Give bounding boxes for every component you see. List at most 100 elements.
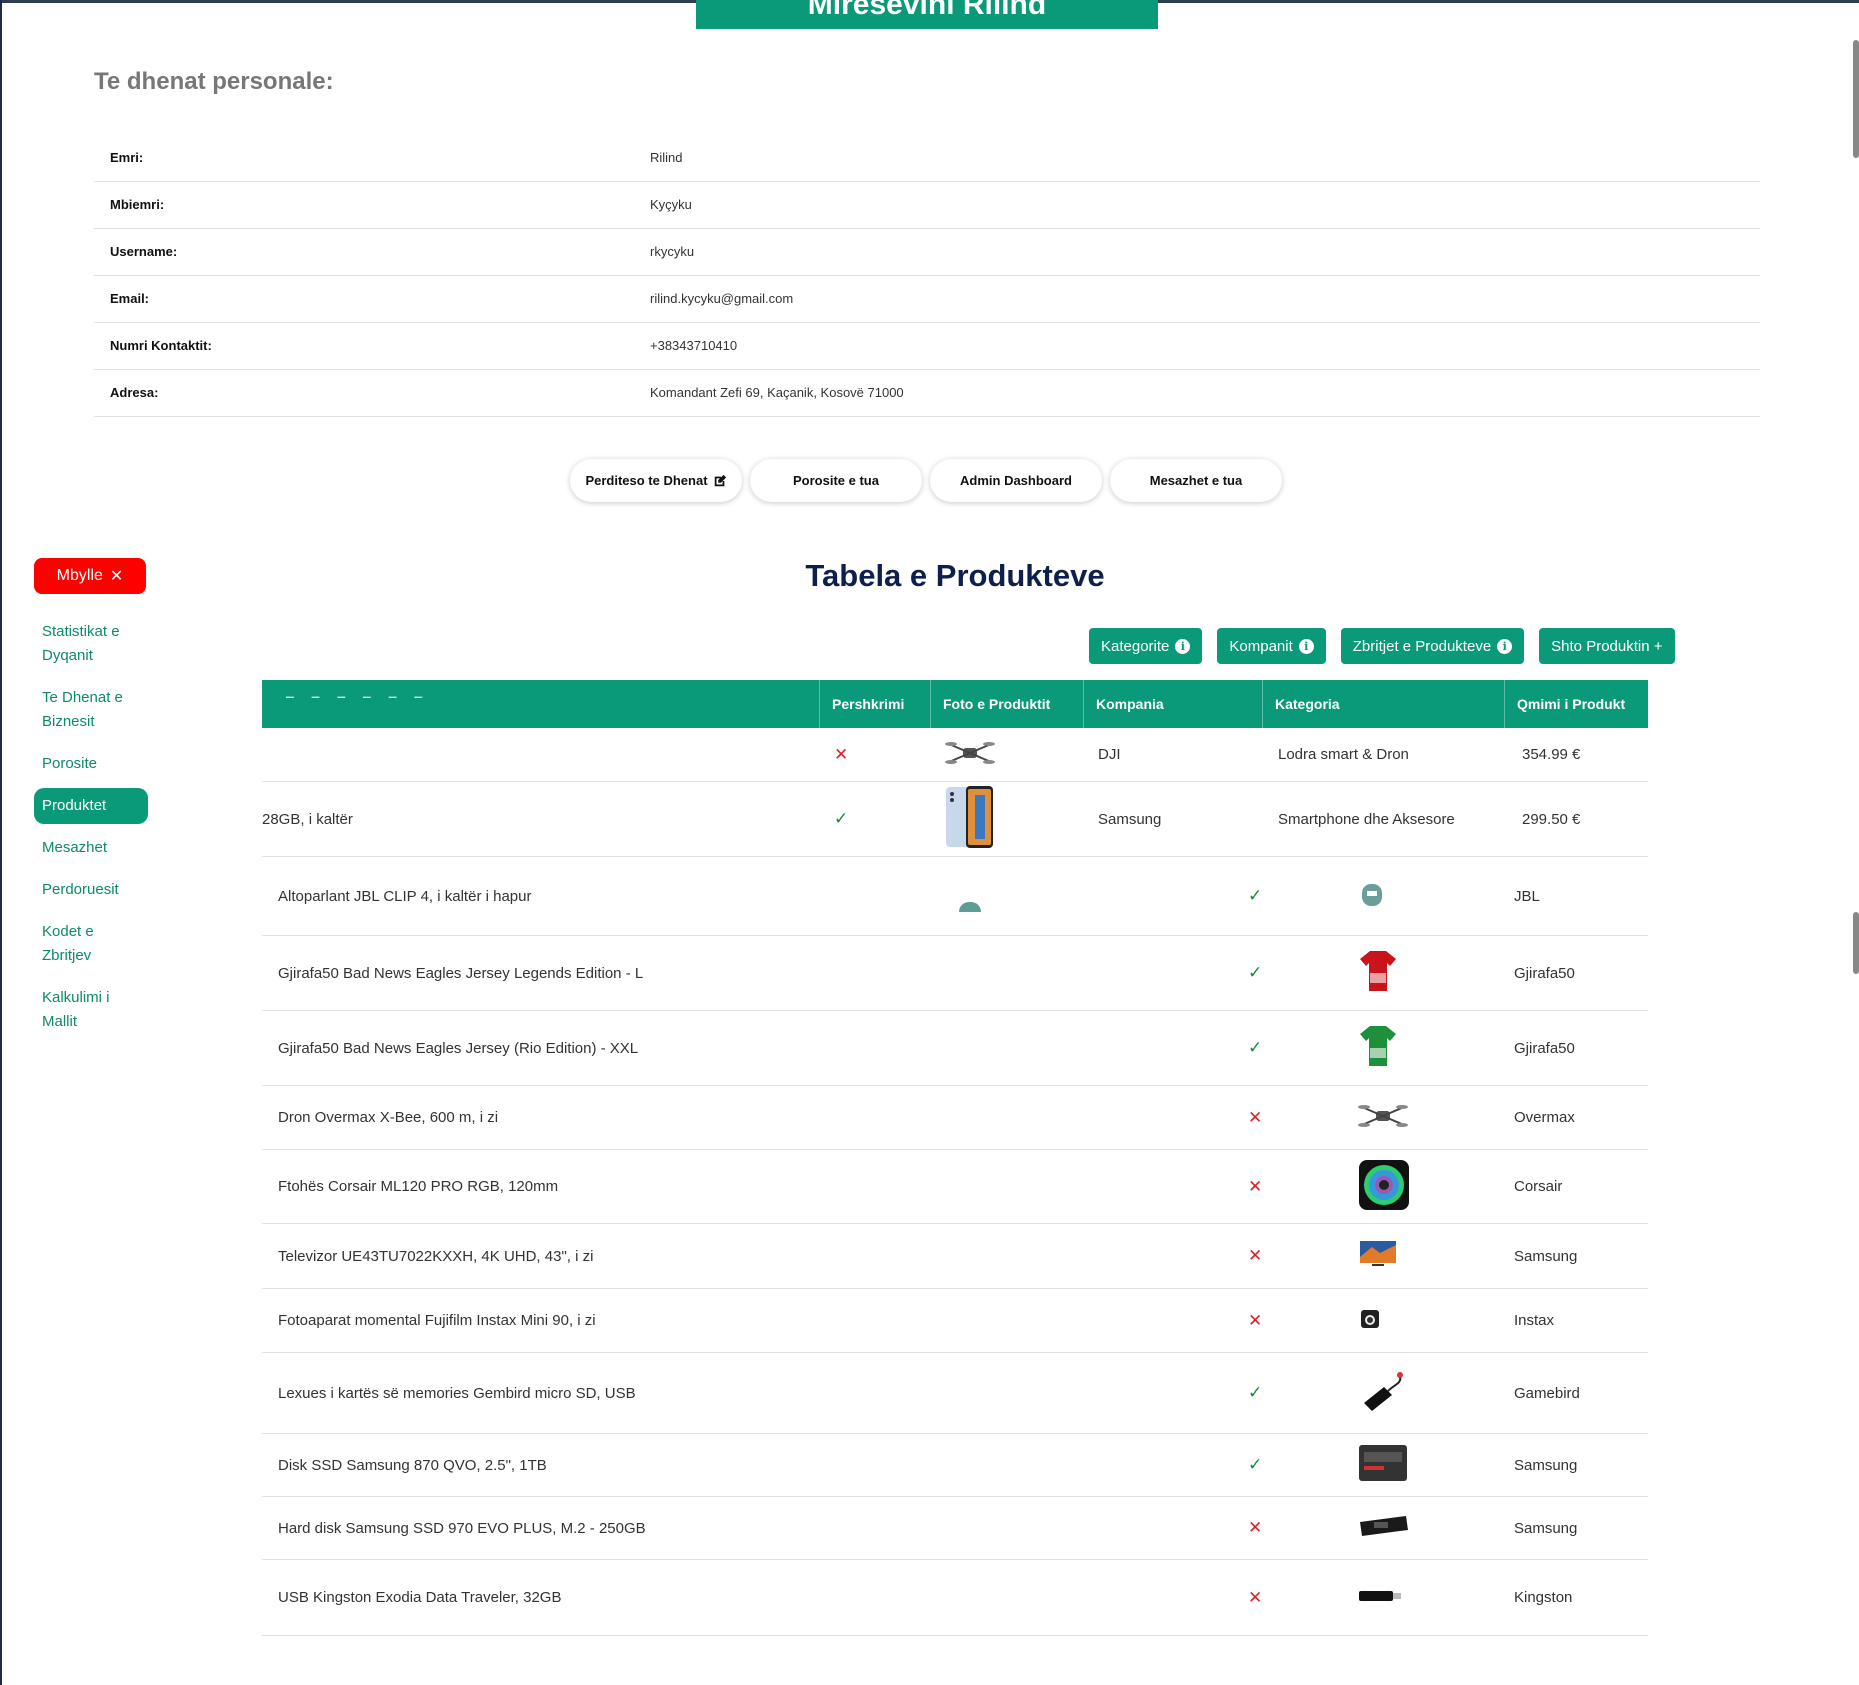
profile-field-label: Adresa:	[94, 369, 634, 417]
sidebar-item[interactable]: Kodet e Zbritjev	[34, 914, 148, 974]
profile-section-title: Te dhenat personale:	[94, 68, 334, 95]
sidebar-item[interactable]: Produktet	[34, 788, 148, 824]
header-price[interactable]: Qmimi i Produkt	[1504, 680, 1625, 728]
sidebar-item[interactable]: Kalkulimi i Mallit	[34, 980, 148, 1040]
profile-info-table: Emri: Rilind Mbiemri: Kyçyku Username: rkycyk…	[94, 134, 1760, 417]
welcome-title: Mirësevini Rilind	[807, 0, 1047, 21]
product-photo	[1358, 936, 1398, 1010]
table-row[interactable]: Lexues i kartës së memories Gembird micr…	[262, 1353, 1648, 1434]
faded-header-text: ‒ ‒ ‒ ‒ ‒ ‒	[286, 688, 430, 704]
ssd-photo	[1358, 1444, 1408, 1486]
product-name: Hard disk Samsung SSD 970 EVO PLUS, M.2 …	[278, 1519, 646, 1537]
table-scrollbar-thumb[interactable]	[1853, 912, 1859, 974]
cross-icon: ✕	[1248, 1310, 1263, 1330]
table-row[interactable]: Fotoaparat momental Fujifilm Instax Mini…	[262, 1289, 1648, 1353]
green-jersey-photo	[1358, 1024, 1398, 1072]
product-company: Samsung	[1098, 810, 1162, 828]
table-row[interactable]: Disk SSD Samsung 870 QVO, 2.5", 1TB ✓ Sams…	[262, 1434, 1648, 1497]
profile-field-label: Email:	[94, 275, 634, 323]
product-name: Disk SSD Samsung 870 QVO, 2.5", 1TB	[278, 1456, 547, 1474]
product-company: Gamebird	[1514, 1384, 1580, 1402]
product-photo	[1358, 857, 1386, 935]
sidebar-item[interactable]: Mesazhet	[34, 830, 148, 866]
product-category: Smartphone dhe Aksesore	[1278, 810, 1455, 828]
add-product-button[interactable]: Shto Produktin +	[1539, 628, 1675, 664]
page-scrollbar-thumb[interactable]	[1853, 40, 1859, 158]
profile-row: Numri Kontaktit: +38343710410	[94, 322, 1760, 370]
update-profile-label: Perditeso te Dhenat	[585, 473, 708, 488]
discounts-label: Zbritjet e Produkteve	[1352, 637, 1492, 655]
profile-field-value: rkycyku	[634, 228, 1760, 276]
profile-field-label: Mbiemri:	[94, 181, 634, 229]
table-row[interactable]: Altoparlant JBL CLIP 4, i kaltër i hapur…	[262, 857, 1648, 936]
product-photo	[1358, 1560, 1402, 1635]
categories-button[interactable]: Kategorite i	[1089, 628, 1203, 664]
categories-label: Kategorite	[1101, 637, 1170, 655]
header-category[interactable]: Kategoria	[1262, 680, 1340, 728]
my-messages-button[interactable]: Mesazhet e tua	[1110, 459, 1282, 502]
product-name: 28GB, i kaltër	[262, 810, 353, 828]
sidebar-item[interactable]: Te Dhenat e Biznesit	[34, 680, 148, 740]
product-company: Samsung	[1514, 1519, 1578, 1537]
admin-dashboard-button[interactable]: Admin Dashboard	[930, 459, 1102, 502]
header-description[interactable]: Pershkrimi	[819, 680, 904, 728]
profile-field-label: Numri Kontaktit:	[94, 322, 634, 370]
profile-field-label: Username:	[94, 228, 634, 276]
table-row[interactable]: ✕ DJI Lodra smart & Dron 354.99 €	[262, 728, 1648, 782]
header-photo[interactable]: Foto e Produktit	[930, 680, 1050, 728]
product-name: Ftohës Corsair ML120 PRO RGB, 120mm	[278, 1178, 559, 1195]
companies-label: Kompanit	[1229, 637, 1293, 655]
product-company: DJI	[1098, 746, 1121, 763]
product-company: JBL	[1514, 887, 1540, 905]
table-row[interactable]: Gjirafa50 Bad News Eagles Jersey (Rio Ed…	[262, 1011, 1648, 1086]
table-row[interactable]: 28GB, i kaltër ✓ Samsung Smartphone dhe Aks…	[262, 782, 1648, 857]
profile-row: Mbiemri: Kyçyku	[94, 181, 1760, 229]
product-company: Overmax	[1514, 1109, 1575, 1126]
cross-icon: ✕	[1248, 1176, 1263, 1196]
update-profile-button[interactable]: Perditeso te Dhenat	[570, 459, 742, 502]
cross-icon: ✕	[1248, 1518, 1263, 1537]
header-company[interactable]: Kompania	[1083, 680, 1164, 728]
table-row[interactable]: Gjirafa50 Bad News Eagles Jersey Legends…	[262, 936, 1648, 1011]
profile-field-label: Emri:	[94, 134, 634, 182]
info-icon: i	[1298, 638, 1314, 654]
table-row[interactable]: Hard disk Samsung SSD 970 EVO PLUS, M.2 …	[262, 1497, 1648, 1560]
cross-icon: ✕	[834, 744, 849, 764]
welcome-banner: Mirësevini Rilind	[696, 0, 1158, 29]
my-orders-button[interactable]: Porosite e tua	[750, 459, 922, 502]
profile-field-value: rilind.kycyku@gmail.com	[634, 275, 1760, 323]
window-left-border	[0, 0, 2, 1685]
companies-button[interactable]: Kompanit i	[1217, 628, 1326, 664]
profile-actions: Perditeso te Dhenat Porosite e tua Admin…	[570, 459, 1282, 502]
table-row[interactable]: Ftohës Corsair ML120 PRO RGB, 120mm ✕ Cors…	[262, 1150, 1648, 1224]
my-messages-label: Mesazhet e tua	[1149, 473, 1243, 488]
product-company: Gjirafa50	[1514, 964, 1575, 982]
table-row[interactable]: USB Kingston Exodia Data Traveler, 32GB ✕…	[262, 1560, 1648, 1636]
product-photo	[1358, 1086, 1408, 1149]
check-icon: ✓	[1248, 1455, 1263, 1474]
product-price: 299.50 €	[1522, 810, 1581, 828]
table-row[interactable]: Dron Overmax X-Bee, 600 m, i zi ✕ Overmax	[262, 1086, 1648, 1150]
discounts-button[interactable]: Zbritjet e Produkteve i	[1340, 628, 1525, 664]
profile-field-value: Komandant Zefi 69, Kaçanik, Kosovë 71000	[634, 369, 1760, 417]
red-jersey-photo	[1358, 949, 1398, 997]
profile-field-value: Kyçyku	[634, 181, 1760, 229]
sidebar-item[interactable]: Porosite	[34, 746, 148, 782]
check-icon: ✓	[834, 809, 849, 828]
sidebar-item[interactable]: Statistikat e Dyqanit	[34, 614, 148, 674]
info-icon: i	[1175, 638, 1191, 654]
product-photo	[1358, 1434, 1408, 1496]
profile-field-value: +38343710410	[634, 322, 1760, 370]
table-row[interactable]: Televizor UE43TU7022KXXH, 4K UHD, 43", i…	[262, 1224, 1648, 1289]
product-name: Lexues i kartës së memories Gembird micr…	[278, 1384, 636, 1402]
sidebar-item[interactable]: Perdoruesit	[34, 872, 148, 908]
speaker-photo	[1358, 880, 1386, 912]
product-photo	[1358, 1289, 1382, 1352]
add-product-label: Shto Produktin +	[1551, 637, 1663, 655]
product-photo	[1358, 1150, 1410, 1223]
check-icon: ✓	[1248, 1383, 1263, 1402]
card-reader-photo	[1358, 1369, 1406, 1417]
profile-row: Emri: Rilind	[94, 134, 1760, 182]
admin-dashboard-label: Admin Dashboard	[960, 473, 1072, 488]
camera-photo	[1358, 1307, 1382, 1335]
